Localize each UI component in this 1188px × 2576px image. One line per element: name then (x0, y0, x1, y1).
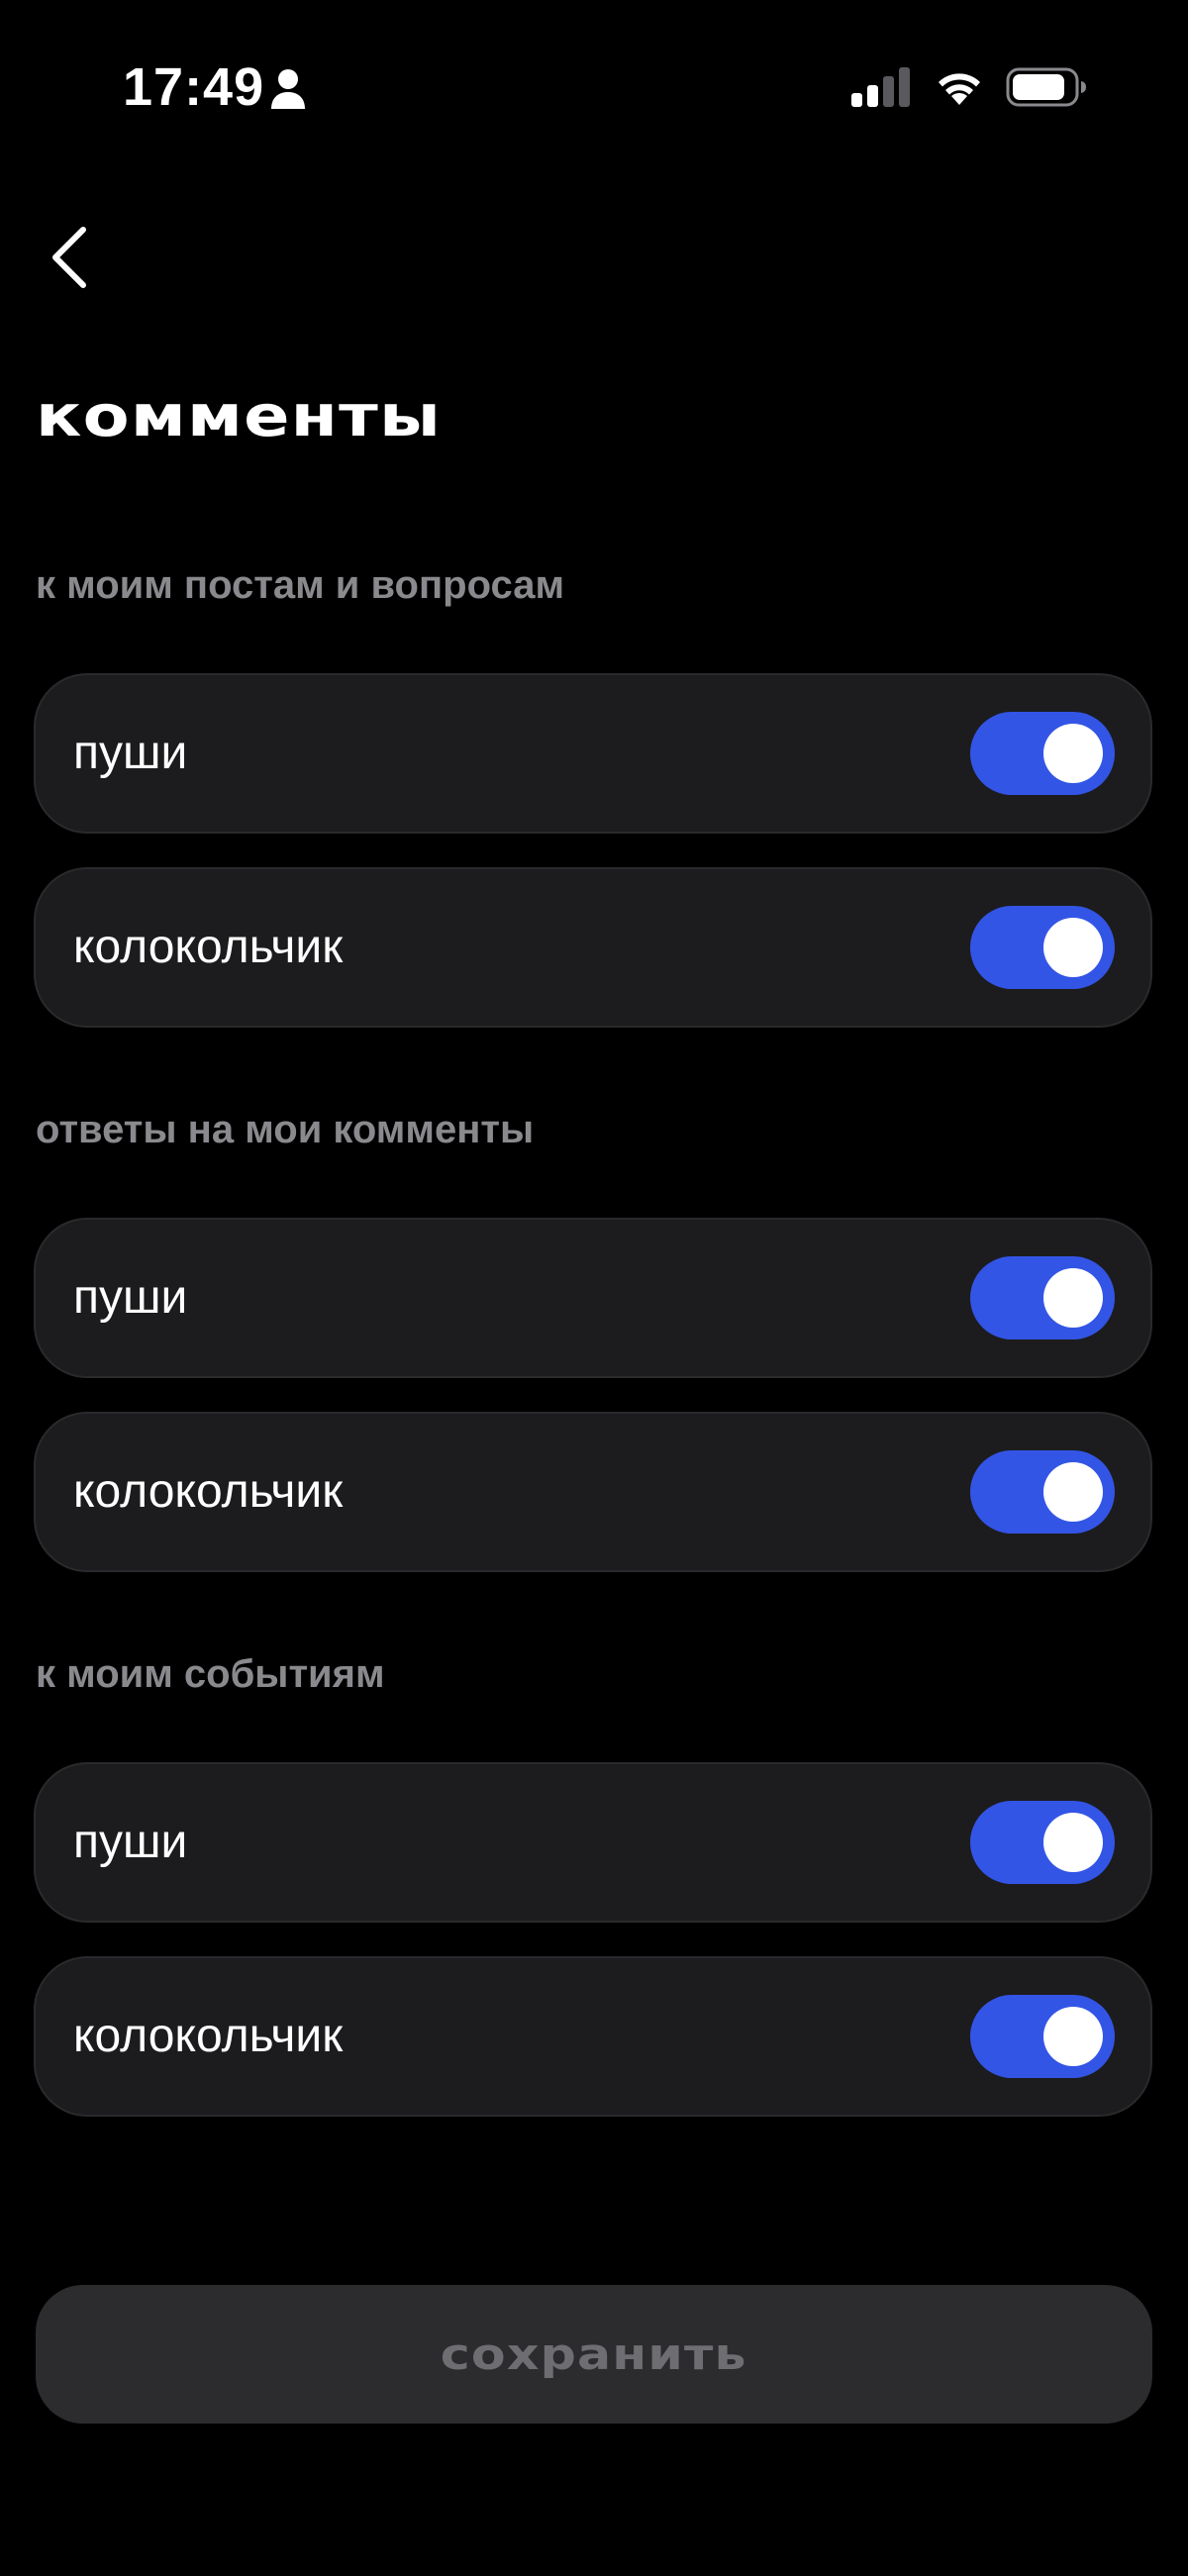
push-toggle[interactable] (970, 712, 1115, 795)
section-label-events: к моим событиям (36, 1652, 385, 1696)
toggle-knob (1043, 2007, 1103, 2066)
push-toggle[interactable] (970, 1256, 1115, 1339)
setting-row-events-bell: колокольчик (34, 1956, 1152, 2117)
bell-toggle[interactable] (970, 1995, 1115, 2078)
bell-toggle[interactable] (970, 1450, 1115, 1534)
setting-row-replies-push: пуши (34, 1218, 1152, 1378)
chevron-left-icon (52, 227, 86, 288)
row-label: пуши (73, 1271, 188, 1324)
row-label: пуши (73, 727, 188, 779)
person-icon (271, 69, 305, 109)
save-button[interactable]: сохранить (36, 2285, 1152, 2424)
toggle-knob (1043, 1813, 1103, 1872)
toggle-knob (1043, 918, 1103, 977)
cellular-signal-icon (851, 67, 910, 107)
row-label: колокольчик (73, 921, 344, 973)
status-time: 17:49 (123, 57, 265, 117)
toggle-knob (1043, 1462, 1103, 1522)
section-label-replies: ответы на мои комменты (36, 1108, 535, 1151)
row-label: пуши (73, 1816, 188, 1868)
wifi-icon (939, 73, 980, 105)
setting-row-replies-bell: колокольчик (34, 1412, 1152, 1572)
row-label: колокольчик (73, 1465, 344, 1518)
page-title: комменты (36, 382, 443, 449)
section-label-posts-questions: к моим постам и вопросам (36, 563, 565, 607)
bell-toggle[interactable] (970, 906, 1115, 989)
setting-row-posts-push: пуши (34, 673, 1152, 834)
push-toggle[interactable] (970, 1801, 1115, 1884)
status-bar: 17:49 (0, 0, 1188, 178)
toggle-knob (1043, 724, 1103, 783)
save-button-label: сохранить (441, 2328, 747, 2380)
row-label: колокольчик (73, 2010, 344, 2062)
battery-icon (1006, 67, 1086, 107)
setting-row-events-push: пуши (34, 1762, 1152, 1923)
setting-row-posts-bell: колокольчик (34, 867, 1152, 1028)
toggle-knob (1043, 1268, 1103, 1328)
back-button[interactable] (30, 210, 109, 305)
